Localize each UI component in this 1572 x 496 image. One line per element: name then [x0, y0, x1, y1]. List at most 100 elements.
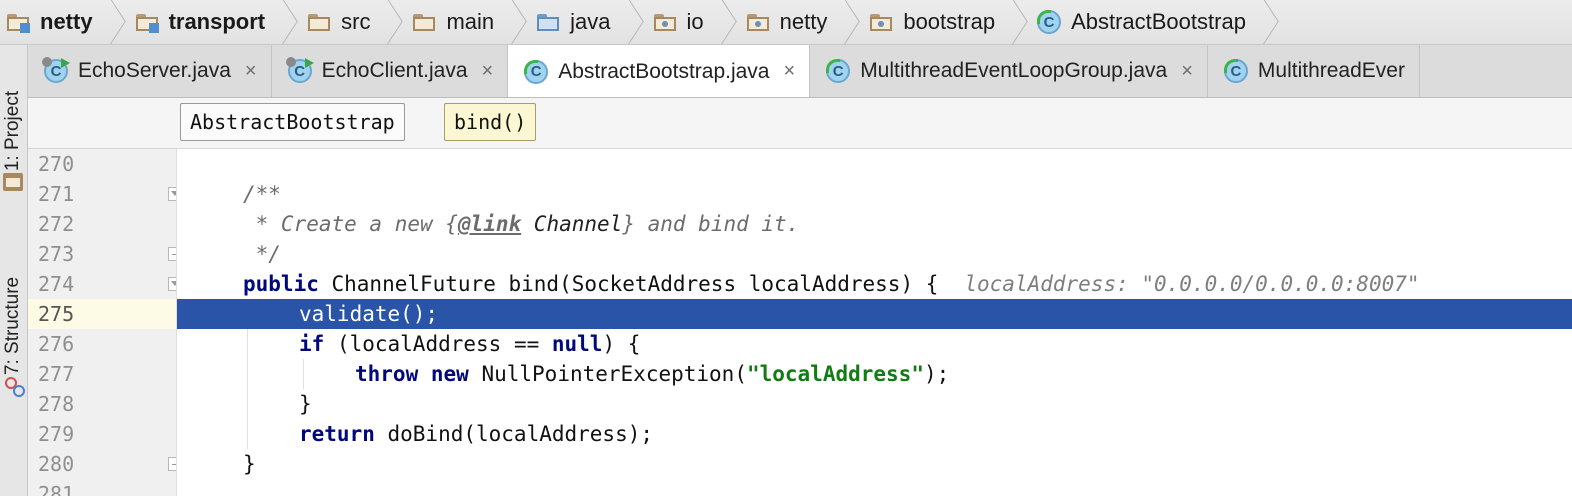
runnable-class-icon: C: [42, 57, 70, 83]
tab-multithreadeventexecutorgroup[interactable]: C MultithreadEver: [1208, 45, 1420, 97]
structure-hierarchy-icon: [3, 375, 25, 397]
code-line-280: }: [177, 449, 1572, 479]
breadcrumb-transport-module[interactable]: transport: [129, 0, 302, 44]
code-editor[interactable]: /** * Create a new {@link Channel} and b…: [177, 149, 1572, 496]
close-icon[interactable]: ×: [1181, 60, 1193, 83]
fold-marker-icon[interactable]: [168, 457, 176, 471]
breadcrumb-label: io: [686, 9, 704, 34]
close-icon[interactable]: ×: [784, 60, 796, 83]
method-path-chip[interactable]: bind(): [444, 103, 537, 141]
breadcrumb-label: AbstractBootstrap: [1071, 9, 1246, 34]
abstract-class-icon: C: [826, 59, 851, 83]
module-folder-icon: [6, 11, 32, 33]
tab-label: MultithreadEver: [1257, 59, 1405, 82]
debugger-inline-value: localAddress: "0.0.0.0/0.0.0.0:8007": [964, 272, 1420, 296]
breadcrumb-abstractbootstrap[interactable]: C AbstractBootstrap: [1031, 0, 1282, 44]
runnable-class-icon: C: [285, 57, 314, 83]
code-text: }: [299, 392, 312, 416]
package-icon: [746, 11, 772, 33]
tab-multithreadeventloopgroup[interactable]: C MultithreadEventLoopGroup.java ×: [810, 45, 1208, 97]
structure-tool-window-label: 7: Structure: [2, 276, 24, 376]
code-line-276: if (localAddress == null) {: [177, 329, 1572, 359]
keyword: throw: [355, 362, 419, 386]
breadcrumb-main[interactable]: main: [406, 0, 530, 44]
close-icon[interactable]: ×: [245, 60, 257, 83]
editor-gutter: 270 271 272 273 274 275 276 277 278 279 …: [28, 149, 177, 496]
method-signature: ChannelFuture bind(SocketAddress localAd…: [318, 272, 939, 296]
line-number: 271: [38, 182, 75, 206]
breadcrumb-src[interactable]: src: [301, 0, 406, 44]
current-line-number: 275: [38, 302, 75, 326]
breadcrumb-separator: [1254, 0, 1272, 44]
folder-icon: [412, 11, 438, 33]
line-number: 278: [38, 392, 75, 416]
keyword: null: [551, 332, 603, 356]
code-text: (localAddress ==: [324, 332, 552, 356]
breadcrumb-netty-module[interactable]: netty: [0, 0, 129, 44]
close-icon[interactable]: ×: [482, 60, 494, 83]
line-number: 276: [38, 332, 75, 356]
tab-label: EchoServer.java: [78, 59, 231, 82]
line-number: 277: [38, 362, 75, 386]
folder-icon: [307, 11, 333, 33]
keyword: return: [299, 422, 375, 446]
package-icon: [869, 11, 895, 33]
breadcrumb-label: netty: [40, 9, 93, 34]
tab-label: AbstractBootstrap.java: [558, 59, 770, 83]
abstract-class-icon: C: [1223, 59, 1248, 83]
keyword: if: [299, 332, 325, 356]
tab-echoclient[interactable]: C EchoClient.java ×: [272, 45, 509, 97]
code-text: doBind(localAddress);: [374, 422, 654, 446]
string-literal: "localAddress": [746, 362, 924, 386]
line-number: 281: [38, 482, 75, 496]
code-line-273: */: [177, 239, 1572, 269]
code-text: ) {: [602, 332, 641, 356]
breadcrumb-netty-package[interactable]: netty: [740, 0, 864, 44]
code-line-274: public ChannelFuture bind(SocketAddress …: [177, 269, 1572, 299]
breadcrumb-separator: [378, 0, 396, 44]
tab-echoserver[interactable]: C EchoServer.java ×: [28, 45, 272, 97]
line-number: 272: [38, 212, 75, 236]
module-folder-icon: [135, 11, 161, 33]
breadcrumb-separator: [1003, 0, 1021, 44]
breadcrumb-separator: [502, 0, 520, 44]
line-number: 279: [38, 422, 75, 446]
line-number: 270: [38, 152, 75, 176]
breadcrumb-separator: [712, 0, 730, 44]
line-number: 274: [38, 272, 75, 296]
breadcrumb-label: main: [446, 9, 495, 34]
code-text: );: [923, 362, 950, 386]
code-line-279: return doBind(localAddress);: [177, 419, 1572, 449]
breadcrumb-label: bootstrap: [903, 9, 996, 34]
code-line-271: /**: [177, 179, 1572, 209]
breadcrumb-separator: [835, 0, 853, 44]
doc-comment: * Create a new {: [243, 212, 458, 236]
line-number: 273: [38, 242, 75, 266]
breadcrumb-label: netty: [779, 9, 828, 34]
fold-marker-icon[interactable]: [168, 247, 176, 261]
breadcrumb-separator: [619, 0, 637, 44]
breadcrumb-label: src: [341, 9, 371, 34]
doc-comment: */: [243, 242, 281, 266]
abstract-class-icon: C: [1037, 10, 1062, 34]
editor-tabs: C EchoServer.java × C EchoClient.java × …: [28, 45, 1572, 98]
fold-marker-icon[interactable]: [168, 187, 176, 201]
code-line-278: }: [177, 389, 1572, 419]
breadcrumb-separator: [101, 0, 119, 44]
breadcrumb-bootstrap[interactable]: bootstrap: [863, 0, 1031, 44]
tab-abstractbootstrap[interactable]: C AbstractBootstrap.java ×: [508, 45, 811, 97]
breadcrumb-java[interactable]: java: [530, 0, 646, 44]
fold-marker-icon[interactable]: [168, 277, 176, 291]
breadcrumb-label: transport: [168, 9, 266, 34]
left-tool-window-strip: 1: Project 7: Structure: [0, 45, 28, 496]
breadcrumb-separator: [273, 0, 291, 44]
doc-comment: /**: [243, 182, 281, 206]
structure-path-bar: AbstractBootstrap bind(): [28, 98, 1572, 149]
code-line-275-execution-point: validate();: [177, 299, 1572, 329]
keyword: new: [430, 362, 469, 386]
package-icon: [653, 11, 679, 33]
class-path-chip[interactable]: AbstractBootstrap: [180, 103, 405, 141]
breadcrumb-io[interactable]: io: [647, 0, 740, 44]
code-line-272: * Create a new {@link Channel} and bind …: [177, 209, 1572, 239]
project-tool-window-label: 1: Project: [2, 90, 24, 172]
